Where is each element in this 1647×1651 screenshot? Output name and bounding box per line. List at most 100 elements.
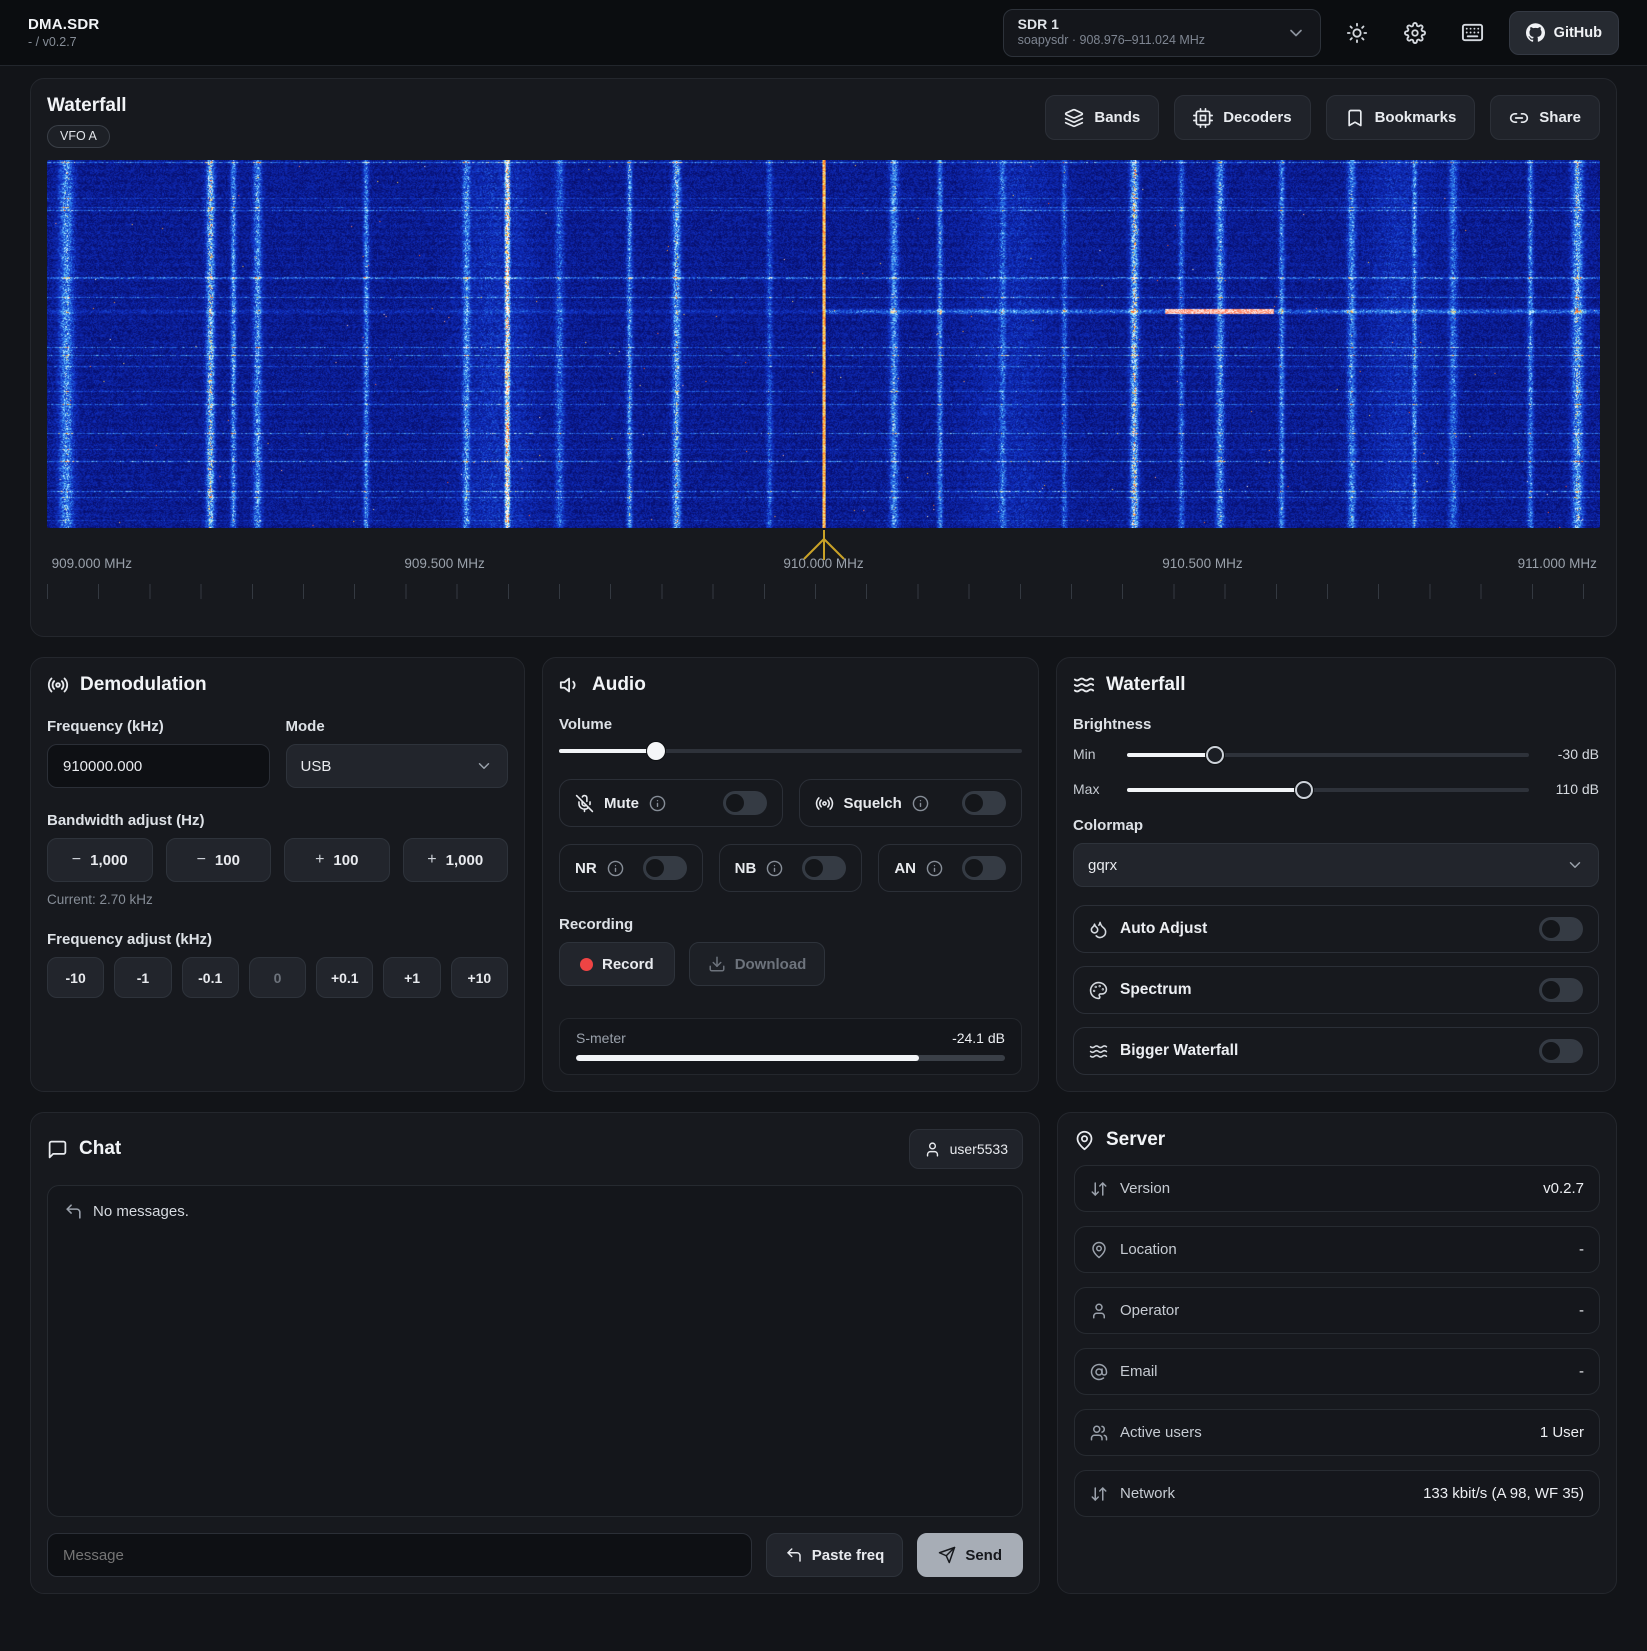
sun-icon: [1346, 22, 1368, 44]
nb-toggle-group[interactable]: NB: [719, 844, 863, 892]
waterfall-display[interactable]: [47, 160, 1600, 528]
speaker-icon: [559, 674, 581, 696]
topbar-actions: SDR 1 soapysdr · 908.976–911.024 MHz Git…: [1003, 9, 1619, 57]
github-button[interactable]: GitHub: [1509, 11, 1619, 55]
waterfall-settings-panel: Waterfall Brightness Min -30 dB Max: [1056, 657, 1616, 1092]
top-bar: DMA.SDR - / v0.2.7 SDR 1 soapysdr · 908.…: [0, 0, 1647, 66]
server-panel: Server Version v0.2.7 Location - Operato…: [1057, 1112, 1617, 1594]
demodulation-panel: Demodulation Frequency (kHz) Mode USB: [30, 657, 525, 1092]
server-row-email: Email -: [1074, 1348, 1600, 1395]
nb-label: NB: [735, 860, 757, 877]
record-button[interactable]: Record: [559, 942, 675, 986]
bandwidth-minus-100-button[interactable]: −100: [166, 838, 272, 882]
freq-adjust-minus-10-button[interactable]: -10: [47, 957, 104, 998]
freq-adjust-minus-0-1-button[interactable]: -0.1: [182, 957, 239, 998]
spectrum-toggle[interactable]: Spectrum: [1073, 966, 1599, 1014]
server-row-operator: Operator -: [1074, 1287, 1600, 1334]
info-icon: [607, 860, 624, 877]
freq-adjust-zero-button[interactable]: 0: [249, 957, 306, 998]
bookmark-icon: [1345, 108, 1365, 128]
mute-switch[interactable]: [723, 791, 767, 815]
record-dot-icon: [580, 958, 593, 971]
nr-toggle-group[interactable]: NR: [559, 844, 703, 892]
nr-switch[interactable]: [643, 856, 687, 880]
waterfall-title: Waterfall: [47, 95, 127, 117]
sdr-detail: soapysdr · 908.976–911.024 MHz: [1018, 33, 1205, 49]
audio-panel: Audio Volume Mute: [542, 657, 1039, 1092]
server-row-location: Location -: [1074, 1226, 1600, 1273]
chat-user-badge[interactable]: user5533: [909, 1129, 1023, 1169]
reply-arrow-icon: [785, 1546, 803, 1564]
chevron-down-icon: [1566, 856, 1584, 874]
frequency-input[interactable]: [47, 744, 270, 788]
app-title: DMA.SDR: [28, 16, 99, 33]
download-button[interactable]: Download: [689, 942, 826, 986]
bigger-waterfall-toggle[interactable]: Bigger Waterfall: [1073, 1027, 1599, 1075]
arrows-up-down-icon: [1090, 1180, 1108, 1198]
at-sign-icon: [1090, 1363, 1108, 1381]
keyboard-shortcuts-button[interactable]: [1451, 11, 1495, 55]
theme-toggle-button[interactable]: [1335, 11, 1379, 55]
radio-icon: [47, 674, 69, 696]
max-value: 110 dB: [1541, 781, 1599, 797]
freq-adjust-minus-1-button[interactable]: -1: [114, 957, 171, 998]
github-icon: [1526, 23, 1545, 42]
bandwidth-minus-1000-button[interactable]: −1,000: [47, 838, 153, 882]
decoders-button[interactable]: Decoders: [1174, 95, 1310, 140]
nb-switch[interactable]: [802, 856, 846, 880]
an-toggle-group[interactable]: AN: [878, 844, 1022, 892]
bookmarks-button[interactable]: Bookmarks: [1326, 95, 1476, 140]
app-version: - / v0.2.7: [28, 35, 99, 49]
freq-adjust-plus-1-button[interactable]: +1: [383, 957, 440, 998]
mic-off-icon: [575, 794, 594, 813]
an-switch[interactable]: [962, 856, 1006, 880]
bands-button[interactable]: Bands: [1045, 95, 1159, 140]
current-bandwidth: Current: 2.70 kHz: [47, 892, 508, 907]
chat-panel: Chat user5533 No messages.: [30, 1112, 1040, 1594]
squelch-switch[interactable]: [962, 791, 1006, 815]
bigger-waterfall-switch[interactable]: [1539, 1039, 1583, 1063]
arrows-up-down-icon: [1090, 1485, 1108, 1503]
waves-icon: [1073, 674, 1095, 696]
spectrum-switch[interactable]: [1539, 978, 1583, 1002]
paste-freq-button[interactable]: Paste freq: [766, 1533, 904, 1577]
bandwidth-plus-100-button[interactable]: +100: [284, 838, 390, 882]
max-label: Max: [1073, 781, 1115, 797]
volume-label: Volume: [559, 716, 1022, 733]
squelch-toggle-group[interactable]: Squelch: [799, 779, 1023, 827]
waterfall-panel: Waterfall VFO A Bands Decoders Bookmarks: [30, 78, 1617, 637]
settings-button[interactable]: [1393, 11, 1437, 55]
auto-adjust-switch[interactable]: [1539, 917, 1583, 941]
bandwidth-plus-1000-button[interactable]: +1,000: [403, 838, 509, 882]
sdr-selector[interactable]: SDR 1 soapysdr · 908.976–911.024 MHz: [1003, 9, 1321, 57]
freq-label: 909.500 MHz: [404, 556, 484, 571]
colormap-select[interactable]: gqrx: [1073, 843, 1599, 887]
cpu-icon: [1193, 108, 1213, 128]
auto-adjust-toggle[interactable]: Auto Adjust: [1073, 905, 1599, 953]
s-meter: S-meter -24.1 dB: [559, 1018, 1022, 1075]
brightness-min-slider[interactable]: [1127, 746, 1529, 764]
server-row-active-users: Active users 1 User: [1074, 1409, 1600, 1456]
vfo-badge: VFO A: [47, 125, 110, 148]
mode-select[interactable]: USB: [286, 744, 509, 788]
freq-adjust-plus-10-button[interactable]: +10: [451, 957, 508, 998]
send-button[interactable]: Send: [917, 1533, 1023, 1577]
chat-empty-message: No messages.: [93, 1203, 189, 1220]
reply-arrow-icon: [64, 1202, 83, 1221]
chat-message-input[interactable]: [47, 1533, 752, 1577]
freq-adjust-plus-0-1-button[interactable]: +0.1: [316, 957, 373, 998]
volume-slider[interactable]: [559, 742, 1022, 760]
mute-toggle-group[interactable]: Mute: [559, 779, 783, 827]
freq-label: 910.500 MHz: [1162, 556, 1242, 571]
radio-icon: [815, 794, 834, 813]
share-button[interactable]: Share: [1490, 95, 1600, 140]
min-value: -30 dB: [1541, 746, 1599, 762]
demodulation-title: Demodulation: [80, 674, 207, 696]
brightness-max-slider[interactable]: [1127, 781, 1529, 799]
droplets-icon: [1089, 920, 1108, 939]
brightness-min-thumb[interactable]: [1206, 746, 1224, 764]
brightness-max-thumb[interactable]: [1295, 781, 1313, 799]
volume-slider-thumb[interactable]: [647, 742, 665, 760]
frequency-label: Frequency (kHz): [47, 718, 270, 735]
min-label: Min: [1073, 746, 1115, 762]
